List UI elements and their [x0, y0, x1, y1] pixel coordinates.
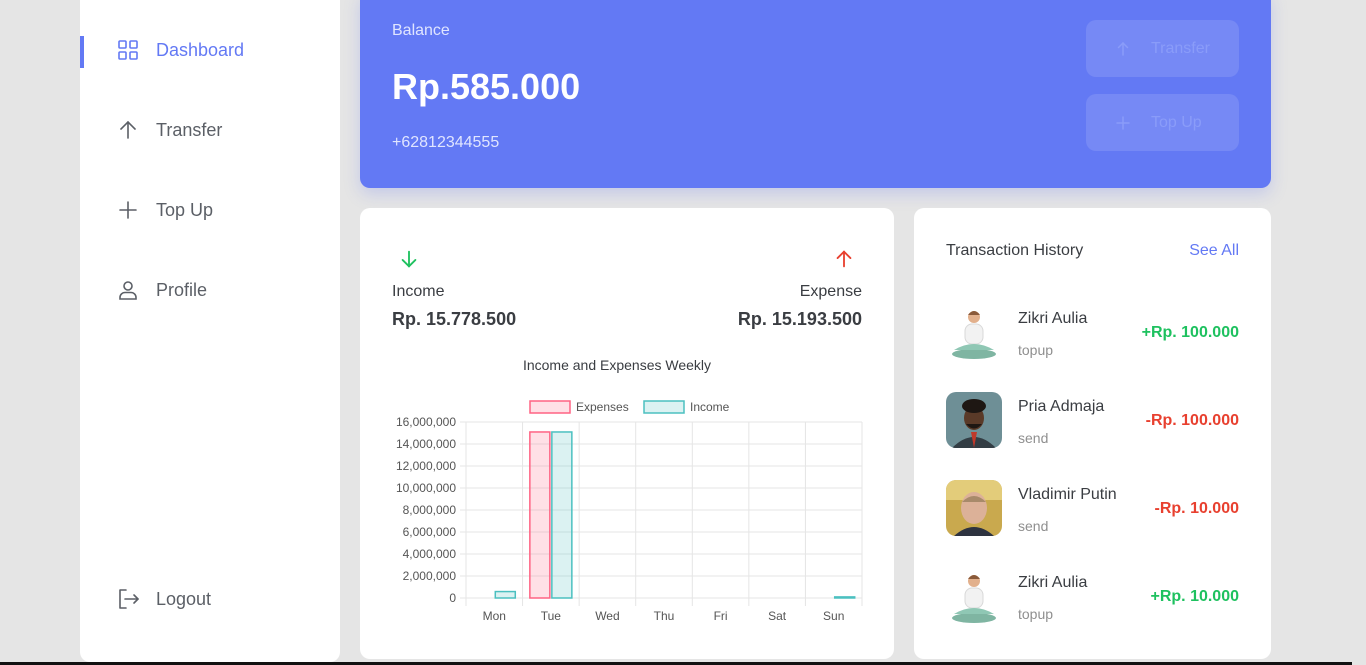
transaction-row[interactable]: Pria Admaja send -Rp. 100.000 [946, 392, 1239, 448]
legend-label-expenses: Expenses [576, 400, 629, 414]
transaction-row[interactable]: Vladimir Putin send -Rp. 10.000 [946, 480, 1239, 536]
transaction-amount: -Rp. 10.000 [1154, 500, 1239, 517]
sidebar-item-label: Profile [156, 279, 208, 300]
sidebar: Dashboard Transfer Top Up Profile Logout [80, 0, 340, 662]
x-tick-label: Tue [541, 609, 562, 623]
y-tick-label: 12,000,000 [396, 459, 456, 473]
avatar [946, 568, 1002, 624]
y-tick-label: 6,000,000 [403, 525, 457, 539]
avatar [946, 392, 1002, 448]
transaction-amount: +Rp. 10.000 [1150, 588, 1240, 605]
plus-icon [1116, 115, 1130, 130]
topup-button-label: Top Up [1151, 113, 1202, 131]
y-tick-label: 8,000,000 [403, 503, 457, 517]
transaction-type: topup [1018, 606, 1054, 622]
legend-label-income: Income [690, 400, 730, 414]
x-tick-label: Sun [823, 609, 844, 623]
transaction-type: topup [1018, 342, 1054, 358]
page-scrollbar[interactable] [1352, 0, 1366, 665]
transaction-history-card: Transaction History See All Zikri Aulia … [914, 208, 1271, 659]
balance-card: Balance Rp.585.000 +62812344555 Transfer… [360, 0, 1271, 188]
sidebar-item-profile[interactable]: Profile [80, 270, 340, 310]
topup-button[interactable]: Top Up [1086, 94, 1239, 151]
plus-icon [119, 201, 137, 219]
sidebar-item-transfer[interactable]: Transfer [80, 110, 340, 150]
bar-income-mon [494, 590, 517, 599]
transfer-button[interactable]: Transfer [1086, 20, 1239, 77]
logout-label: Logout [156, 588, 212, 609]
transaction-amount: -Rp. 100.000 [1145, 412, 1239, 429]
y-tick-label: 0 [449, 591, 456, 605]
bar-expenses-tue [529, 431, 551, 599]
grid-icon [118, 40, 138, 60]
bar-income-sun [833, 596, 856, 599]
stats-card: Income Rp. 15.778.500 Expense Rp. 15.193… [360, 208, 894, 659]
logout-button[interactable]: Logout [80, 579, 340, 619]
transaction-row[interactable]: Zikri Aulia topup +Rp. 10.000 [946, 568, 1239, 624]
transaction-name: Vladimir Putin [1018, 486, 1117, 503]
x-tick-label: Mon [483, 609, 506, 623]
sidebar-item-label: Top Up [156, 199, 214, 220]
avatar [946, 304, 1002, 360]
y-tick-label: 10,000,000 [396, 481, 456, 495]
logout-icon [119, 589, 139, 609]
arrow-up-icon [120, 120, 136, 139]
transaction-name: Pria Admaja [1018, 398, 1105, 415]
transaction-name: Zikri Aulia [1018, 574, 1088, 591]
history-title: Transaction History [946, 242, 1084, 259]
arrow-up-icon [1117, 41, 1129, 56]
x-tick-label: Sat [768, 609, 787, 623]
sidebar-item-topup[interactable]: Top Up [80, 190, 340, 230]
user-icon [119, 281, 137, 300]
chart-title: Income and Expenses Weekly [523, 357, 711, 373]
balance-phone: +62812344555 [392, 134, 500, 151]
y-tick-label: 14,000,000 [396, 437, 456, 451]
sidebar-item-label: Transfer [156, 119, 223, 140]
transaction-type: send [1018, 430, 1049, 446]
see-all-link[interactable]: See All [1189, 242, 1239, 260]
avatar [946, 480, 1002, 536]
y-tick-label: 4,000,000 [403, 547, 457, 561]
balance-label: Balance [392, 22, 450, 39]
transaction-type: send [1018, 518, 1049, 534]
weekly-chart: Income and Expenses Weekly Expenses Income… [396, 357, 863, 623]
active-indicator [80, 36, 84, 68]
bar-income-tue [551, 431, 573, 599]
transaction-row[interactable]: Zikri Aulia topup +Rp. 100.000 [946, 304, 1239, 360]
y-tick-label: 2,000,000 [403, 569, 457, 583]
x-tick-label: Wed [595, 609, 619, 623]
transaction-name: Zikri Aulia [1018, 310, 1088, 327]
sidebar-item-dashboard[interactable]: Dashboard [80, 30, 340, 70]
legend-swatch-expenses [529, 400, 571, 414]
legend-swatch-income [643, 400, 685, 414]
transfer-button-label: Transfer [1151, 39, 1210, 57]
x-tick-label: Thu [654, 609, 675, 623]
x-tick-label: Fri [714, 609, 728, 623]
transaction-amount: +Rp. 100.000 [1141, 324, 1239, 341]
y-tick-label: 16,000,000 [396, 415, 456, 429]
balance-amount: Rp.585.000 [392, 66, 581, 107]
sidebar-item-label: Dashboard [156, 39, 245, 60]
